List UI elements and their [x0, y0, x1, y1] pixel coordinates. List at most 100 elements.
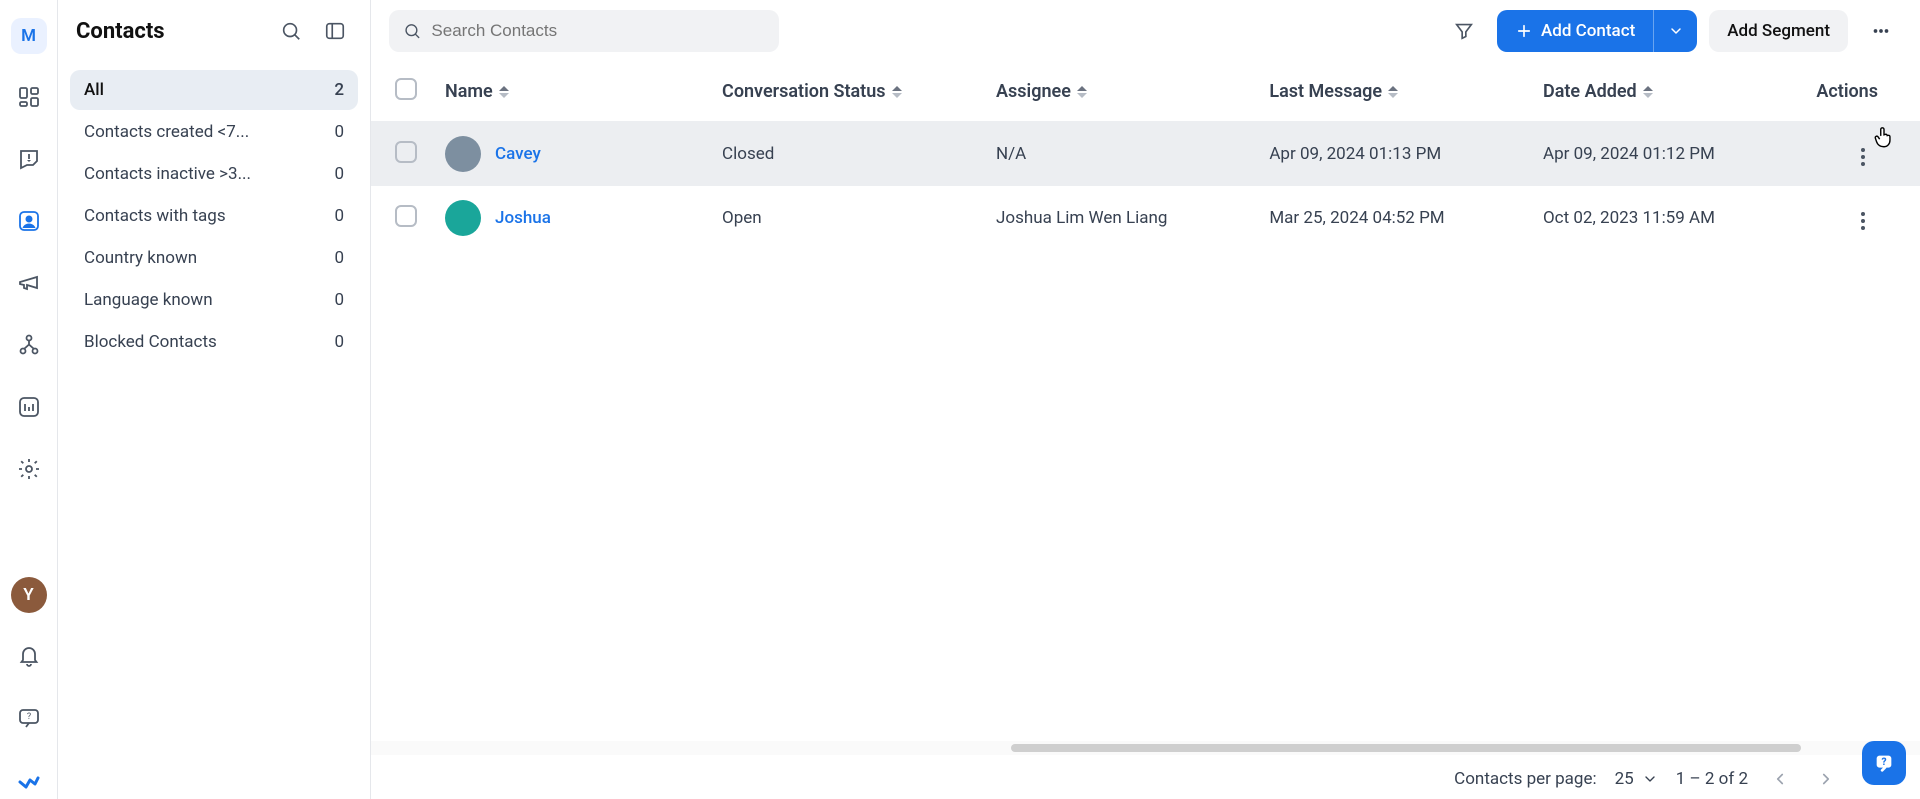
row-actions-button[interactable]: [1848, 206, 1878, 236]
nav-workflow[interactable]: [10, 326, 48, 364]
filter-label: Country known: [84, 248, 334, 268]
nav-rail: M Y ?: [0, 0, 58, 799]
chevron-down-icon: [1668, 23, 1684, 39]
filter-item[interactable]: All2: [70, 70, 358, 110]
cell-date-added: Oct 02, 2023 11:59 AM: [1529, 186, 1802, 250]
contacts-sidebar: Contacts All2Contacts created <7...0Cont…: [58, 0, 371, 799]
filter-icon: [1453, 20, 1475, 42]
nav-contacts[interactable]: [10, 202, 48, 240]
filter-label: Contacts created <7...: [84, 122, 334, 142]
bell-icon: [17, 644, 41, 668]
filter-label: Contacts with tags: [84, 206, 334, 226]
sort-icon: [892, 86, 902, 98]
nav-help[interactable]: ?: [10, 699, 48, 737]
nav-settings[interactable]: [10, 450, 48, 488]
search-icon: [403, 21, 421, 41]
nav-reports[interactable]: [10, 388, 48, 426]
col-header-actions: Actions: [1802, 62, 1920, 122]
row-actions-button[interactable]: [1848, 142, 1878, 172]
app-logo: [10, 761, 48, 799]
filter-button[interactable]: [1443, 10, 1485, 52]
add-contact-split-button: Add Contact: [1497, 10, 1697, 52]
filter-item[interactable]: Language known0: [70, 280, 358, 320]
scrollbar-thumb[interactable]: [1011, 744, 1801, 752]
sidebar-search-button[interactable]: [274, 14, 308, 48]
col-header-date-added[interactable]: Date Added: [1529, 62, 1802, 122]
contact-name-link[interactable]: Cavey: [495, 144, 541, 164]
nav-notifications[interactable]: [10, 637, 48, 675]
user-avatar[interactable]: Y: [11, 577, 47, 613]
filter-item[interactable]: Country known0: [70, 238, 358, 278]
more-vertical-icon: [1861, 148, 1865, 166]
cell-status: Closed: [708, 122, 982, 187]
svg-text:?: ?: [1881, 757, 1886, 768]
topbar-more-button[interactable]: [1860, 10, 1902, 52]
prev-page-button[interactable]: [1766, 765, 1794, 793]
contacts-table: Name Conversation Status Assignee Last M…: [371, 62, 1920, 250]
filter-label: Blocked Contacts: [84, 332, 334, 352]
table-row[interactable]: Joshua Open Joshua Lim Wen Liang Mar 25,…: [371, 186, 1920, 250]
cell-assignee: N/A: [982, 122, 1255, 187]
nav-dashboard[interactable]: [10, 78, 48, 116]
reports-icon: [17, 395, 41, 419]
workspace-switcher[interactable]: M: [11, 18, 47, 54]
table-row[interactable]: Cavey Closed N/A Apr 09, 2024 01:13 PM A…: [371, 122, 1920, 187]
cell-last-message: Mar 25, 2024 04:52 PM: [1255, 186, 1529, 250]
per-page-select[interactable]: 25: [1615, 769, 1658, 789]
inbox-icon: [17, 147, 41, 171]
col-header-name[interactable]: Name: [431, 62, 708, 122]
gear-icon: [17, 457, 41, 481]
add-segment-button[interactable]: Add Segment: [1709, 10, 1848, 52]
filter-item[interactable]: Contacts inactive >3...0: [70, 154, 358, 194]
filter-count: 2: [334, 80, 344, 100]
search-icon: [280, 20, 302, 42]
contacts-icon: [17, 209, 41, 233]
nav-broadcast[interactable]: [10, 264, 48, 302]
filter-count: 0: [334, 290, 344, 310]
filter-label: Contacts inactive >3...: [84, 164, 334, 184]
search-input[interactable]: [431, 21, 765, 41]
nav-inbox[interactable]: [10, 140, 48, 178]
chevron-down-icon: [1642, 771, 1658, 787]
add-contact-label: Add Contact: [1541, 21, 1635, 41]
per-page-value: 25: [1615, 769, 1634, 789]
chevron-left-icon: [1771, 770, 1789, 788]
plus-icon: [1515, 22, 1533, 40]
filter-item[interactable]: Contacts with tags0: [70, 196, 358, 236]
main-panel: Add Contact Add Segment Name Conver: [371, 0, 1920, 799]
contact-avatar: [445, 136, 481, 172]
add-segment-label: Add Segment: [1727, 21, 1830, 41]
select-all-checkbox[interactable]: [395, 78, 417, 100]
cell-status: Open: [708, 186, 982, 250]
workflow-icon: [17, 333, 41, 357]
help-icon: ?: [1873, 752, 1895, 774]
sidebar-collapse-button[interactable]: [318, 14, 352, 48]
more-vertical-icon: [1861, 212, 1865, 230]
row-checkbox[interactable]: [395, 205, 417, 227]
horizontal-scrollbar[interactable]: [371, 741, 1920, 755]
sort-icon: [1077, 86, 1087, 98]
search-contacts-box[interactable]: [389, 10, 779, 52]
filter-count: 0: [334, 332, 344, 352]
help-chat-icon: ?: [17, 706, 41, 730]
filter-item[interactable]: Contacts created <7...0: [70, 112, 358, 152]
help-fab[interactable]: ?: [1862, 741, 1906, 785]
filter-list: All2Contacts created <7...0Contacts inac…: [70, 70, 358, 362]
sidebar-title: Contacts: [76, 19, 264, 44]
col-header-assignee[interactable]: Assignee: [982, 62, 1255, 122]
contact-name-link[interactable]: Joshua: [495, 208, 551, 228]
add-contact-button[interactable]: Add Contact: [1497, 10, 1653, 52]
filter-item[interactable]: Blocked Contacts0: [70, 322, 358, 362]
col-header-last-message[interactable]: Last Message: [1255, 62, 1529, 122]
svg-text:?: ?: [26, 712, 30, 722]
topbar: Add Contact Add Segment: [371, 0, 1920, 62]
col-header-status[interactable]: Conversation Status: [708, 62, 982, 122]
row-checkbox[interactable]: [395, 141, 417, 163]
cell-date-added: Apr 09, 2024 01:12 PM: [1529, 122, 1802, 187]
pagination-footer: Contacts per page: 25 1 – 2 of 2: [371, 755, 1920, 799]
filter-count: 0: [334, 122, 344, 142]
add-contact-dropdown[interactable]: [1653, 10, 1697, 52]
cell-last-message: Apr 09, 2024 01:13 PM: [1255, 122, 1529, 187]
filter-count: 0: [334, 206, 344, 226]
next-page-button[interactable]: [1812, 765, 1840, 793]
